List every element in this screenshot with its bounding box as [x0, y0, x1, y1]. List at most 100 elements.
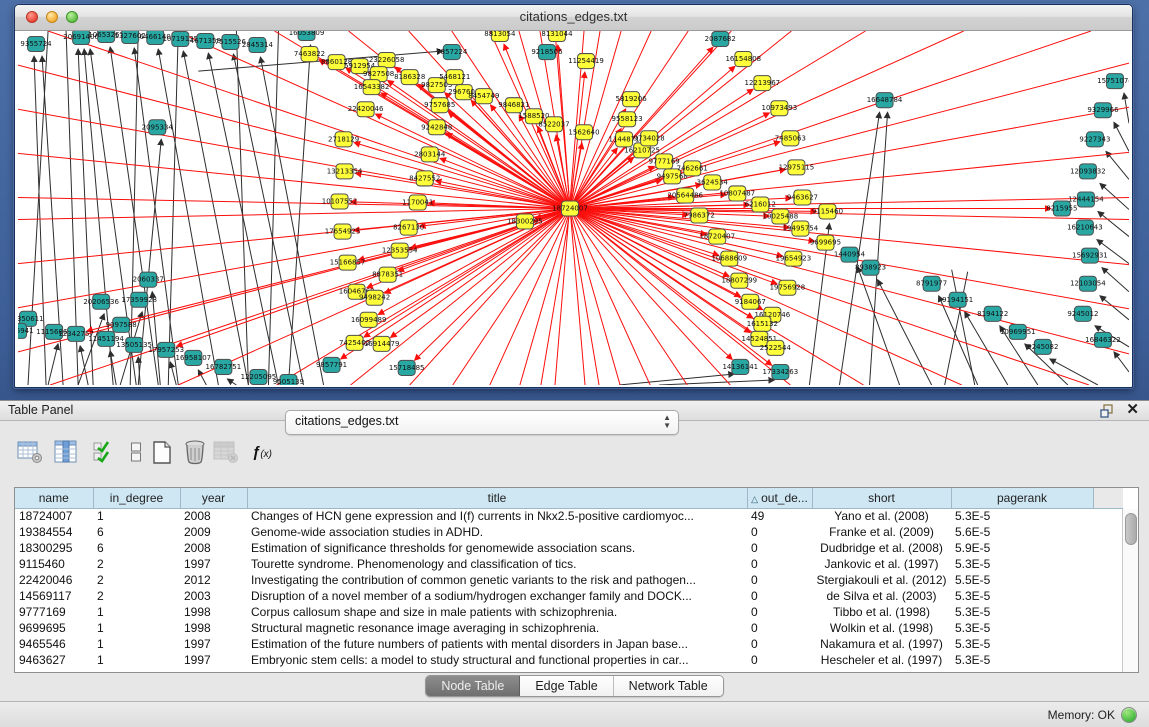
graph-node[interactable]: 15718485 — [389, 360, 425, 375]
column-header-out-de[interactable]: △out_de... — [747, 488, 812, 508]
graph-node[interactable]: 9184067 — [735, 294, 766, 309]
graph-node[interactable]: 1170041 — [402, 195, 433, 210]
scrollbar-thumb[interactable] — [1125, 513, 1137, 545]
network-canvas[interactable]: 1872400718300295271812913213354101075521… — [18, 31, 1129, 385]
cell-pagerank[interactable]: 5.3E-5 — [951, 636, 1093, 652]
cell-year[interactable]: 2012 — [180, 572, 247, 588]
graph-node[interactable]: 22420046 — [348, 102, 384, 117]
graph-edge[interactable] — [80, 346, 88, 385]
cell-pagerank[interactable]: 5.3E-5 — [951, 652, 1093, 668]
cell-out-de[interactable]: 0 — [747, 652, 812, 668]
graph-node[interactable]: 15751074 — [1097, 74, 1129, 89]
graph-edge[interactable] — [659, 380, 774, 385]
graph-node[interactable]: 10107552 — [322, 194, 358, 209]
graph-node[interactable]: 13213354 — [327, 164, 363, 179]
graph-node[interactable]: 10969951 — [1000, 324, 1036, 339]
table-row[interactable]: 1456911722003Disruption of a novel membe… — [15, 588, 1123, 604]
cell-short[interactable]: Nakamura et al. (1997) — [812, 636, 951, 652]
graph-node[interactable]: 8813054 — [484, 31, 516, 42]
table-row[interactable]: 1938455462009Genome-wide association stu… — [15, 524, 1123, 540]
cell-out-de[interactable]: 0 — [747, 588, 812, 604]
cell-year[interactable]: 1998 — [180, 604, 247, 620]
cell-title[interactable]: Embryonic stem cells: a model to study s… — [247, 652, 747, 668]
cell-year[interactable]: 2009 — [180, 524, 247, 540]
graph-node[interactable]: 16210643 — [1067, 220, 1103, 235]
graph-node[interactable]: 16053809 — [289, 31, 325, 41]
graph-edge[interactable] — [965, 312, 1008, 385]
graph-node[interactable]: 18807299 — [721, 273, 757, 288]
column-header-name[interactable]: name — [15, 488, 93, 508]
tab-network-table[interactable]: Network Table — [614, 676, 723, 696]
network-graph[interactable]: 1872400718300295271812913213354101075521… — [18, 31, 1129, 385]
cell-name[interactable]: 9465546 — [15, 636, 93, 652]
table-options-icon[interactable] — [16, 439, 44, 465]
graph-node[interactable]: 9699695 — [810, 235, 841, 250]
cell-name[interactable]: 19384554 — [15, 524, 93, 540]
table-row[interactable]: 946554611997Estimation of the future num… — [15, 636, 1123, 652]
network-window-titlebar[interactable]: citations_edges.txt — [15, 5, 1132, 31]
graph-node[interactable]: 19495754 — [783, 221, 819, 236]
cell-year[interactable]: 1997 — [180, 636, 247, 652]
cell-title[interactable]: Corpus callosum shape and size in male p… — [247, 604, 747, 620]
cell-year[interactable]: 1998 — [180, 620, 247, 636]
graph-node[interactable]: 20564486 — [667, 188, 703, 203]
graph-edge[interactable] — [1114, 352, 1129, 372]
graph-node[interactable]: 1562640 — [568, 125, 599, 140]
cell-out-de[interactable]: 0 — [747, 524, 812, 540]
graph-node[interactable]: 8215955 — [1046, 201, 1077, 216]
cell-in-degree[interactable]: 1 — [93, 604, 180, 620]
cell-pagerank[interactable]: 5.3E-5 — [951, 620, 1093, 636]
cell-title[interactable]: Disruption of a novel member of a sodium… — [247, 588, 747, 604]
cell-title[interactable]: Changes of HCN gene expression and I(f) … — [247, 508, 747, 524]
row-height-icon[interactable] — [122, 439, 150, 465]
graph-node[interactable]: 7857224 — [436, 45, 468, 60]
graph-node[interactable]: 8522037 — [538, 117, 569, 132]
cell-in-degree[interactable]: 2 — [93, 556, 180, 572]
tab-edge-table[interactable]: Edge Table — [520, 676, 613, 696]
graph-node[interactable]: 12093832 — [1070, 164, 1106, 179]
cell-title[interactable]: Estimation of the future numbers of pati… — [247, 636, 747, 652]
cell-title[interactable]: Tourette syndrome. Phenomenology and cla… — [247, 556, 747, 572]
graph-node[interactable]: 20206536 — [83, 294, 119, 309]
graph-node[interactable]: 9242848 — [421, 120, 452, 135]
graph-edge[interactable] — [952, 270, 975, 385]
graph-node[interactable]: 16914479 — [364, 336, 400, 351]
graph-edge[interactable] — [227, 379, 236, 385]
cell-name[interactable]: 9699695 — [15, 620, 93, 636]
cell-in-degree[interactable]: 6 — [93, 524, 180, 540]
show-columns-icon[interactable] — [52, 439, 80, 465]
column-header-title[interactable]: title — [247, 488, 747, 508]
graph-node[interactable]: 2087682 — [705, 32, 736, 47]
graph-edge[interactable] — [1100, 183, 1129, 209]
cell-in-degree[interactable]: 2 — [93, 572, 180, 588]
cell-title[interactable]: Investigating the contribution of common… — [247, 572, 747, 588]
graph-node[interactable]: 8194122 — [977, 306, 1008, 321]
table-select-dropdown[interactable]: citations_edges.txt ▲▼ — [285, 410, 679, 435]
cell-name[interactable]: 18724007 — [15, 508, 93, 524]
cell-pagerank[interactable]: 5.5E-5 — [951, 572, 1093, 588]
graph-node[interactable]: 8131044 — [541, 31, 573, 42]
table-row[interactable]: 911546021997Tourette syndrome. Phenomeno… — [15, 556, 1123, 572]
cell-year[interactable]: 2003 — [180, 588, 247, 604]
cell-short[interactable]: Yano et al. (2008) — [812, 508, 951, 524]
graph-node[interactable]: 9245082 — [1027, 339, 1058, 354]
cell-short[interactable]: Dudbridge et al. (2008) — [812, 540, 951, 556]
graph-node[interactable]: 6216012 — [745, 197, 776, 212]
graph-node[interactable]: 19756928 — [770, 280, 806, 295]
graph-node[interactable]: 17654925 — [325, 224, 361, 239]
cell-name[interactable]: 22420046 — [15, 572, 93, 588]
graph-edge[interactable] — [1102, 268, 1129, 292]
cell-name[interactable]: 9777169 — [15, 604, 93, 620]
cell-year[interactable]: 2008 — [180, 508, 247, 524]
graph-node[interactable]: 2522544 — [760, 340, 792, 355]
graph-node[interactable]: 5819206 — [616, 92, 648, 107]
cell-out-de[interactable]: 0 — [747, 604, 812, 620]
graph-node[interactable]: 16154808 — [725, 52, 761, 67]
cell-pagerank[interactable]: 5.6E-5 — [951, 524, 1093, 540]
cell-title[interactable]: Estimation of significance thresholds fo… — [247, 540, 747, 556]
cell-short[interactable]: Stergiakouli et al. (2012) — [812, 572, 951, 588]
graph-edge[interactable] — [168, 31, 178, 385]
cell-in-degree[interactable]: 6 — [93, 540, 180, 556]
close-panel-icon[interactable]: ✕ — [1126, 402, 1139, 418]
cell-out-de[interactable]: 0 — [747, 556, 812, 572]
